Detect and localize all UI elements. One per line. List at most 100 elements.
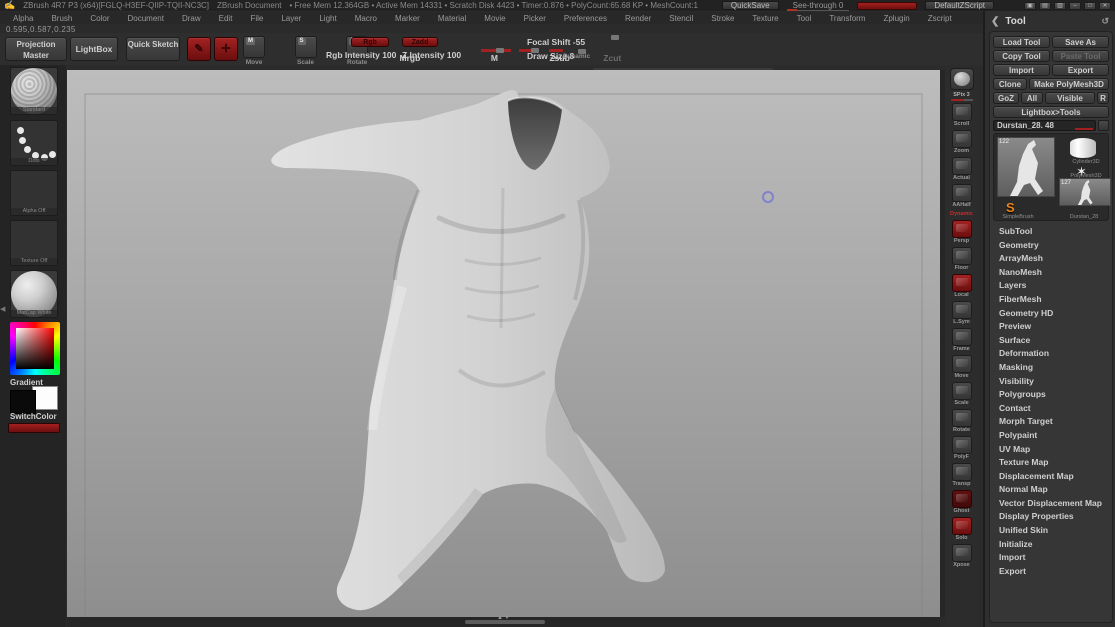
clone-button[interactable]: Clone — [993, 78, 1027, 90]
goz-all-button[interactable]: All — [1021, 92, 1043, 104]
projection-master-button[interactable]: Projection Master — [5, 37, 67, 61]
simplebrush-thumbnail[interactable]: S — [1006, 200, 1015, 215]
quick-sketch-button[interactable]: Quick Sketch — [126, 37, 180, 61]
menu-item[interactable]: Material — [429, 14, 475, 23]
current-texture-thumbnail[interactable]: Texture Off — [10, 220, 58, 266]
tray-collapse-icon[interactable]: ◀ — [0, 305, 5, 313]
right-shelf-item[interactable]: Scroll — [952, 103, 972, 128]
rgb-button[interactable]: Rgb — [351, 37, 389, 47]
right-shelf-item[interactable]: AAHalf — [952, 184, 972, 209]
saturation-value-square[interactable] — [16, 328, 54, 369]
current-brush-thumbnail[interactable]: Standard — [10, 67, 58, 115]
make-polymesh3d-button[interactable]: Make PolyMesh3D — [1029, 78, 1109, 90]
switch-color-label[interactable]: SwitchColor — [10, 412, 57, 421]
load-tool-button[interactable]: Load Tool — [993, 36, 1050, 48]
import-button[interactable]: Import — [993, 64, 1050, 76]
subpalette-item[interactable]: Unified Skin — [993, 524, 1109, 538]
move-button[interactable]: MMove — [243, 36, 265, 58]
current-stroke-thumbnail[interactable]: Dots — [10, 120, 58, 166]
goz-visible-button[interactable]: Visible — [1045, 92, 1095, 104]
goz-r-button[interactable]: R — [1097, 92, 1109, 104]
right-shelf-item[interactable]: Frame — [952, 328, 972, 353]
see-through-slider[interactable]: See-through 0 — [787, 1, 850, 11]
subpalette-item[interactable]: Polygroups — [993, 388, 1109, 402]
right-shelf-item[interactable]: SPix 3 — [951, 92, 973, 101]
quicksave-button[interactable]: QuickSave — [722, 1, 779, 10]
menu-item[interactable]: Document — [119, 14, 173, 23]
menu-item[interactable]: Transform — [820, 14, 874, 23]
menu-item[interactable]: File — [241, 14, 272, 23]
color-picker[interactable] — [10, 322, 60, 375]
window-control-icon[interactable]: ✕ — [1099, 2, 1111, 10]
menu-item[interactable]: Draw — [173, 14, 210, 23]
menu-item[interactable]: Zscript — [919, 14, 961, 23]
scale-button[interactable]: SScale — [295, 36, 317, 58]
current-alpha-thumbnail[interactable]: Alpha Off — [10, 170, 58, 216]
draw-button[interactable]: ✛ — [214, 37, 238, 61]
subpalette-item[interactable]: Normal Map — [993, 483, 1109, 497]
subpalette-item[interactable]: Layers — [993, 279, 1109, 293]
window-control-icon[interactable]: □ — [1084, 2, 1096, 10]
subpalette-item[interactable]: Geometry — [993, 239, 1109, 253]
subpalette-item[interactable]: Display Properties — [993, 510, 1109, 524]
right-shelf-item[interactable]: Xpose — [952, 544, 972, 569]
menu-item[interactable]: Stroke — [702, 14, 743, 23]
current-material-thumbnail[interactable]: MatCap White — [10, 270, 58, 318]
right-shelf-item[interactable]: Rotate — [952, 409, 972, 434]
window-control-icon[interactable]: ▣ — [1024, 2, 1036, 10]
subpalette-item[interactable]: Contact — [993, 402, 1109, 416]
paste-tool-button[interactable]: Paste Tool — [1052, 50, 1109, 62]
subpalette-item[interactable]: Initialize — [993, 538, 1109, 552]
subpalette-item[interactable]: FiberMesh — [993, 293, 1109, 307]
goz-button[interactable]: GoZ — [993, 92, 1019, 104]
zadd-button[interactable]: Zadd — [402, 37, 438, 47]
menu-item[interactable]: Layer — [272, 14, 310, 23]
menu-item[interactable]: Picker — [515, 14, 555, 23]
collapse-chevron-icon[interactable]: ❮ — [991, 16, 999, 27]
window-control-icon[interactable]: ▤ — [1039, 2, 1051, 10]
menu-item[interactable]: Zplugin — [874, 14, 918, 23]
menu-item[interactable]: Light — [310, 14, 345, 23]
edit-button[interactable]: ✎ — [187, 37, 211, 61]
subpalette-item[interactable]: Export — [993, 565, 1109, 579]
focal-shift-slider[interactable]: Focal Shift -55 — [527, 37, 589, 47]
switch-color-primary[interactable] — [10, 390, 36, 414]
right-shelf-item[interactable]: Actual — [952, 157, 972, 182]
script-red-button[interactable] — [8, 423, 60, 433]
right-shelf-item[interactable]: PolyF — [952, 436, 972, 461]
menu-item[interactable]: Alpha — [4, 14, 42, 23]
right-shelf-item[interactable]: Transp — [952, 463, 972, 488]
subpalette-item[interactable]: ArrayMesh — [993, 252, 1109, 266]
right-shelf-item[interactable]: Floor — [952, 247, 972, 272]
subpalette-item[interactable]: Deformation — [993, 347, 1109, 361]
subpalette-item[interactable]: SubTool — [993, 225, 1109, 239]
subpalette-item[interactable]: Morph Target — [993, 415, 1109, 429]
menu-item[interactable]: Macro — [346, 14, 386, 23]
current-tool-thumbnail[interactable]: 122 — [997, 137, 1055, 197]
tool-name-slider[interactable]: Durstan_28. 48 — [993, 120, 1096, 131]
menu-item[interactable]: Marker — [386, 14, 429, 23]
default-zscript-button[interactable]: DefaultZScript — [925, 1, 994, 10]
window-control-icon[interactable]: ▥ — [1054, 2, 1066, 10]
right-shelf-item[interactable]: L.Sym — [952, 301, 972, 326]
menu-item[interactable]: Edit — [210, 14, 242, 23]
menu-item[interactable]: Stencil — [660, 14, 702, 23]
subpalette-item[interactable]: Masking — [993, 361, 1109, 375]
durstan-thumbnail[interactable]: 127 — [1059, 178, 1111, 206]
subpalette-item[interactable]: Displacement Map — [993, 470, 1109, 484]
menu-item[interactable]: Brush — [42, 14, 81, 23]
export-button[interactable]: Export — [1052, 64, 1109, 76]
subpalette-item[interactable]: Import — [993, 551, 1109, 565]
restore-config-icon[interactable]: ↺ — [1101, 16, 1109, 27]
subpalette-item[interactable]: Vector Displacement Map — [993, 497, 1109, 511]
subpalette-item[interactable]: Visibility — [993, 375, 1109, 389]
menu-item[interactable]: Render — [616, 14, 660, 23]
right-shelf-item[interactable]: Zoom — [952, 130, 972, 155]
copy-tool-button[interactable]: Copy Tool — [993, 50, 1050, 62]
zcut-button[interactable]: Zcut — [603, 53, 621, 63]
subpalette-item[interactable]: Geometry HD — [993, 307, 1109, 321]
subpalette-item[interactable]: Polypaint — [993, 429, 1109, 443]
window-control-icon[interactable]: – — [1069, 2, 1081, 10]
subpalette-item[interactable]: NanoMesh — [993, 266, 1109, 280]
menu-item[interactable]: Tool — [788, 14, 821, 23]
